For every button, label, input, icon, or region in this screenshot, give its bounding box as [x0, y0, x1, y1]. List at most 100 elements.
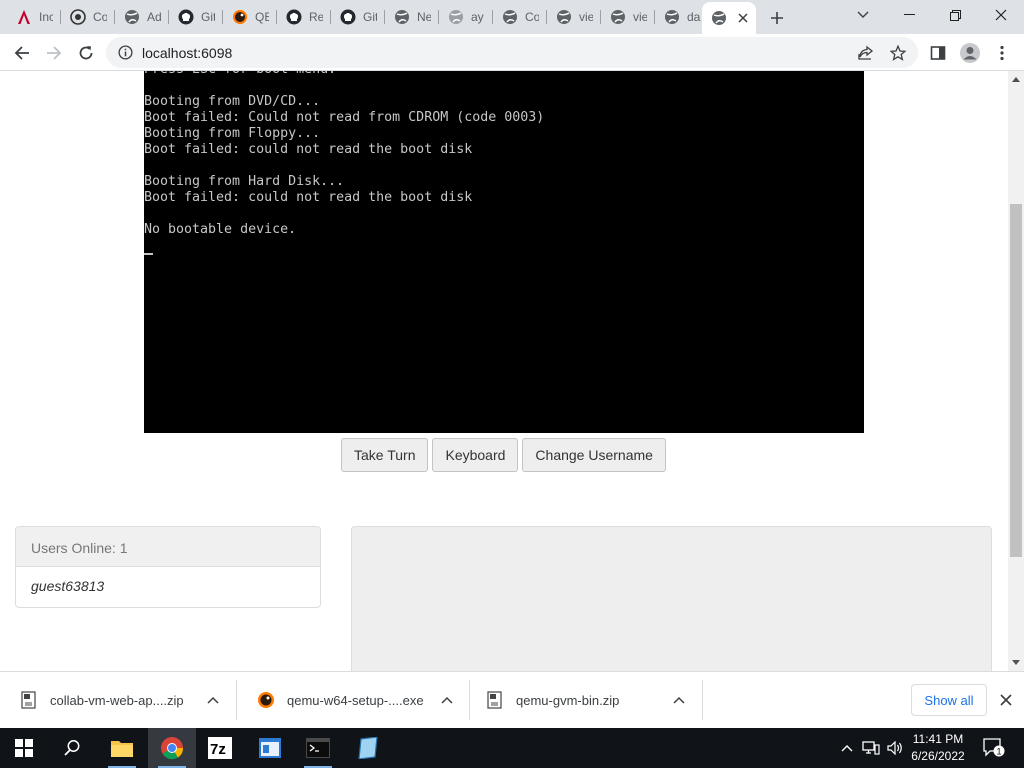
scroll-down-arrow-icon[interactable] [1011, 657, 1021, 667]
download-item[interactable]: collab-vm-web-ap....zip [0, 672, 237, 728]
tab-11[interactable]: vie [547, 3, 601, 31]
info-icon[interactable] [118, 45, 133, 60]
tab-5[interactable]: QE [223, 3, 277, 31]
tab-title: Inc [39, 10, 53, 24]
tab-1[interactable]: Inc [7, 3, 61, 31]
url-text: localhost:6098 [142, 45, 233, 61]
vm-display[interactable]: Press ESC for boot menu. Booting from DV… [144, 71, 864, 433]
take-turn-button[interactable]: Take Turn [341, 438, 429, 472]
network-icon [862, 741, 880, 755]
7zip-icon: 7z [208, 737, 232, 759]
tab-title: Git [201, 10, 215, 24]
user-list-item[interactable]: guest63813 [16, 567, 320, 605]
taskbar-7zip[interactable]: 7z [196, 728, 244, 768]
download-filename: qemu-gvm-bin.zip [516, 692, 620, 708]
side-panel-button[interactable] [924, 39, 952, 67]
side-panel-icon [930, 46, 946, 60]
volume-button[interactable] [884, 728, 906, 768]
bookmark-button[interactable] [889, 44, 907, 62]
close-icon [1000, 694, 1012, 706]
show-all-downloads-button[interactable]: Show all [911, 684, 987, 716]
tab-title: Re [309, 10, 323, 24]
search-button[interactable] [48, 728, 96, 768]
page-scrollbar[interactable] [1008, 71, 1024, 671]
keyboard-button[interactable]: Keyboard [432, 438, 519, 472]
tab-search-button[interactable] [840, 0, 886, 30]
globe-icon [557, 10, 571, 24]
taskbar-app[interactable] [246, 728, 294, 768]
change-username-button[interactable]: Change Username [522, 438, 666, 472]
globe-icon [125, 10, 139, 24]
clock-date: 6/26/2022 [911, 749, 965, 763]
globe-icon [712, 11, 726, 25]
tab-10[interactable]: Co [493, 3, 547, 31]
reload-button[interactable] [72, 39, 100, 67]
menu-button[interactable] [988, 39, 1016, 67]
tab-title: QE [255, 10, 269, 24]
forward-button[interactable] [40, 39, 68, 67]
users-online-label: Users Online: [31, 540, 120, 556]
qemu-installer-icon [258, 692, 274, 708]
close-tab-icon[interactable] [735, 10, 751, 26]
chevron-up-icon [841, 745, 853, 752]
tab-9[interactable]: ay [439, 3, 493, 31]
zip-file-icon [487, 691, 502, 709]
tab-13[interactable]: da [655, 3, 702, 31]
taskbar-terminal[interactable] [294, 728, 342, 768]
close-window-button[interactable] [978, 0, 1024, 30]
download-item[interactable]: qemu-w64-setup-....exe [237, 672, 470, 728]
globe-icon [665, 10, 679, 24]
tab-title: Co [93, 10, 107, 24]
restore-button[interactable] [932, 0, 978, 30]
github-icon [340, 9, 356, 25]
tab-title: da [687, 10, 701, 24]
scrollbar-thumb[interactable] [1010, 204, 1022, 557]
taskbar-file-explorer[interactable] [98, 728, 146, 768]
taskbar-chrome[interactable] [148, 728, 196, 768]
scroll-up-arrow-icon[interactable] [1011, 74, 1021, 84]
network-button[interactable] [860, 728, 882, 768]
minimize-button[interactable] [886, 0, 932, 30]
close-shelf-button[interactable] [997, 691, 1015, 709]
chevron-up-icon[interactable] [440, 693, 454, 707]
start-button[interactable] [0, 728, 48, 768]
plus-icon [771, 12, 783, 24]
svg-text:7z: 7z [210, 741, 226, 758]
tab-2[interactable]: Co [61, 3, 115, 31]
download-item[interactable]: qemu-gvm-bin.zip [466, 672, 703, 728]
download-filename: collab-vm-web-ap....zip [50, 692, 184, 708]
tab-12[interactable]: vie [601, 3, 655, 31]
chevron-up-icon[interactable] [206, 693, 220, 707]
github-icon [178, 9, 194, 25]
tab-title: Co [525, 10, 539, 24]
users-online-header: Users Online: 1 [16, 527, 320, 567]
profile-button[interactable] [956, 39, 984, 67]
taskbar-clock[interactable]: 11:41 PM 6/26/2022 [906, 731, 970, 765]
chevron-down-icon [857, 11, 869, 18]
forward-arrow-icon [47, 46, 62, 60]
qemu-icon [233, 10, 247, 24]
tab-4[interactable]: Git [169, 3, 223, 31]
taskbar-app-2[interactable] [344, 728, 392, 768]
tab-7[interactable]: Git [331, 3, 385, 31]
address-bar[interactable]: localhost:6098 [106, 37, 918, 68]
tab-3[interactable]: Ad [115, 3, 169, 31]
speaker-icon [887, 741, 902, 755]
page-content: Press ESC for boot menu. Booting from DV… [0, 71, 1008, 671]
users-online-count: 1 [119, 540, 128, 556]
back-button[interactable] [8, 39, 36, 67]
notification-icon: 1 [983, 738, 1005, 757]
tab-active[interactable] [702, 2, 756, 34]
globe-gray-icon [449, 10, 463, 24]
new-tab-button[interactable] [766, 7, 788, 29]
share-button[interactable] [857, 44, 875, 62]
tab-title: Git [363, 10, 377, 24]
tab-6[interactable]: Re [277, 3, 331, 31]
tab-8[interactable]: Ne [385, 3, 439, 31]
chevron-up-icon[interactable] [672, 693, 686, 707]
terminal-icon [306, 738, 330, 758]
show-hidden-icons-button[interactable] [838, 728, 856, 768]
chat-panel [351, 526, 992, 671]
close-icon [995, 9, 1007, 21]
notifications-button[interactable]: 1 [980, 728, 1008, 768]
